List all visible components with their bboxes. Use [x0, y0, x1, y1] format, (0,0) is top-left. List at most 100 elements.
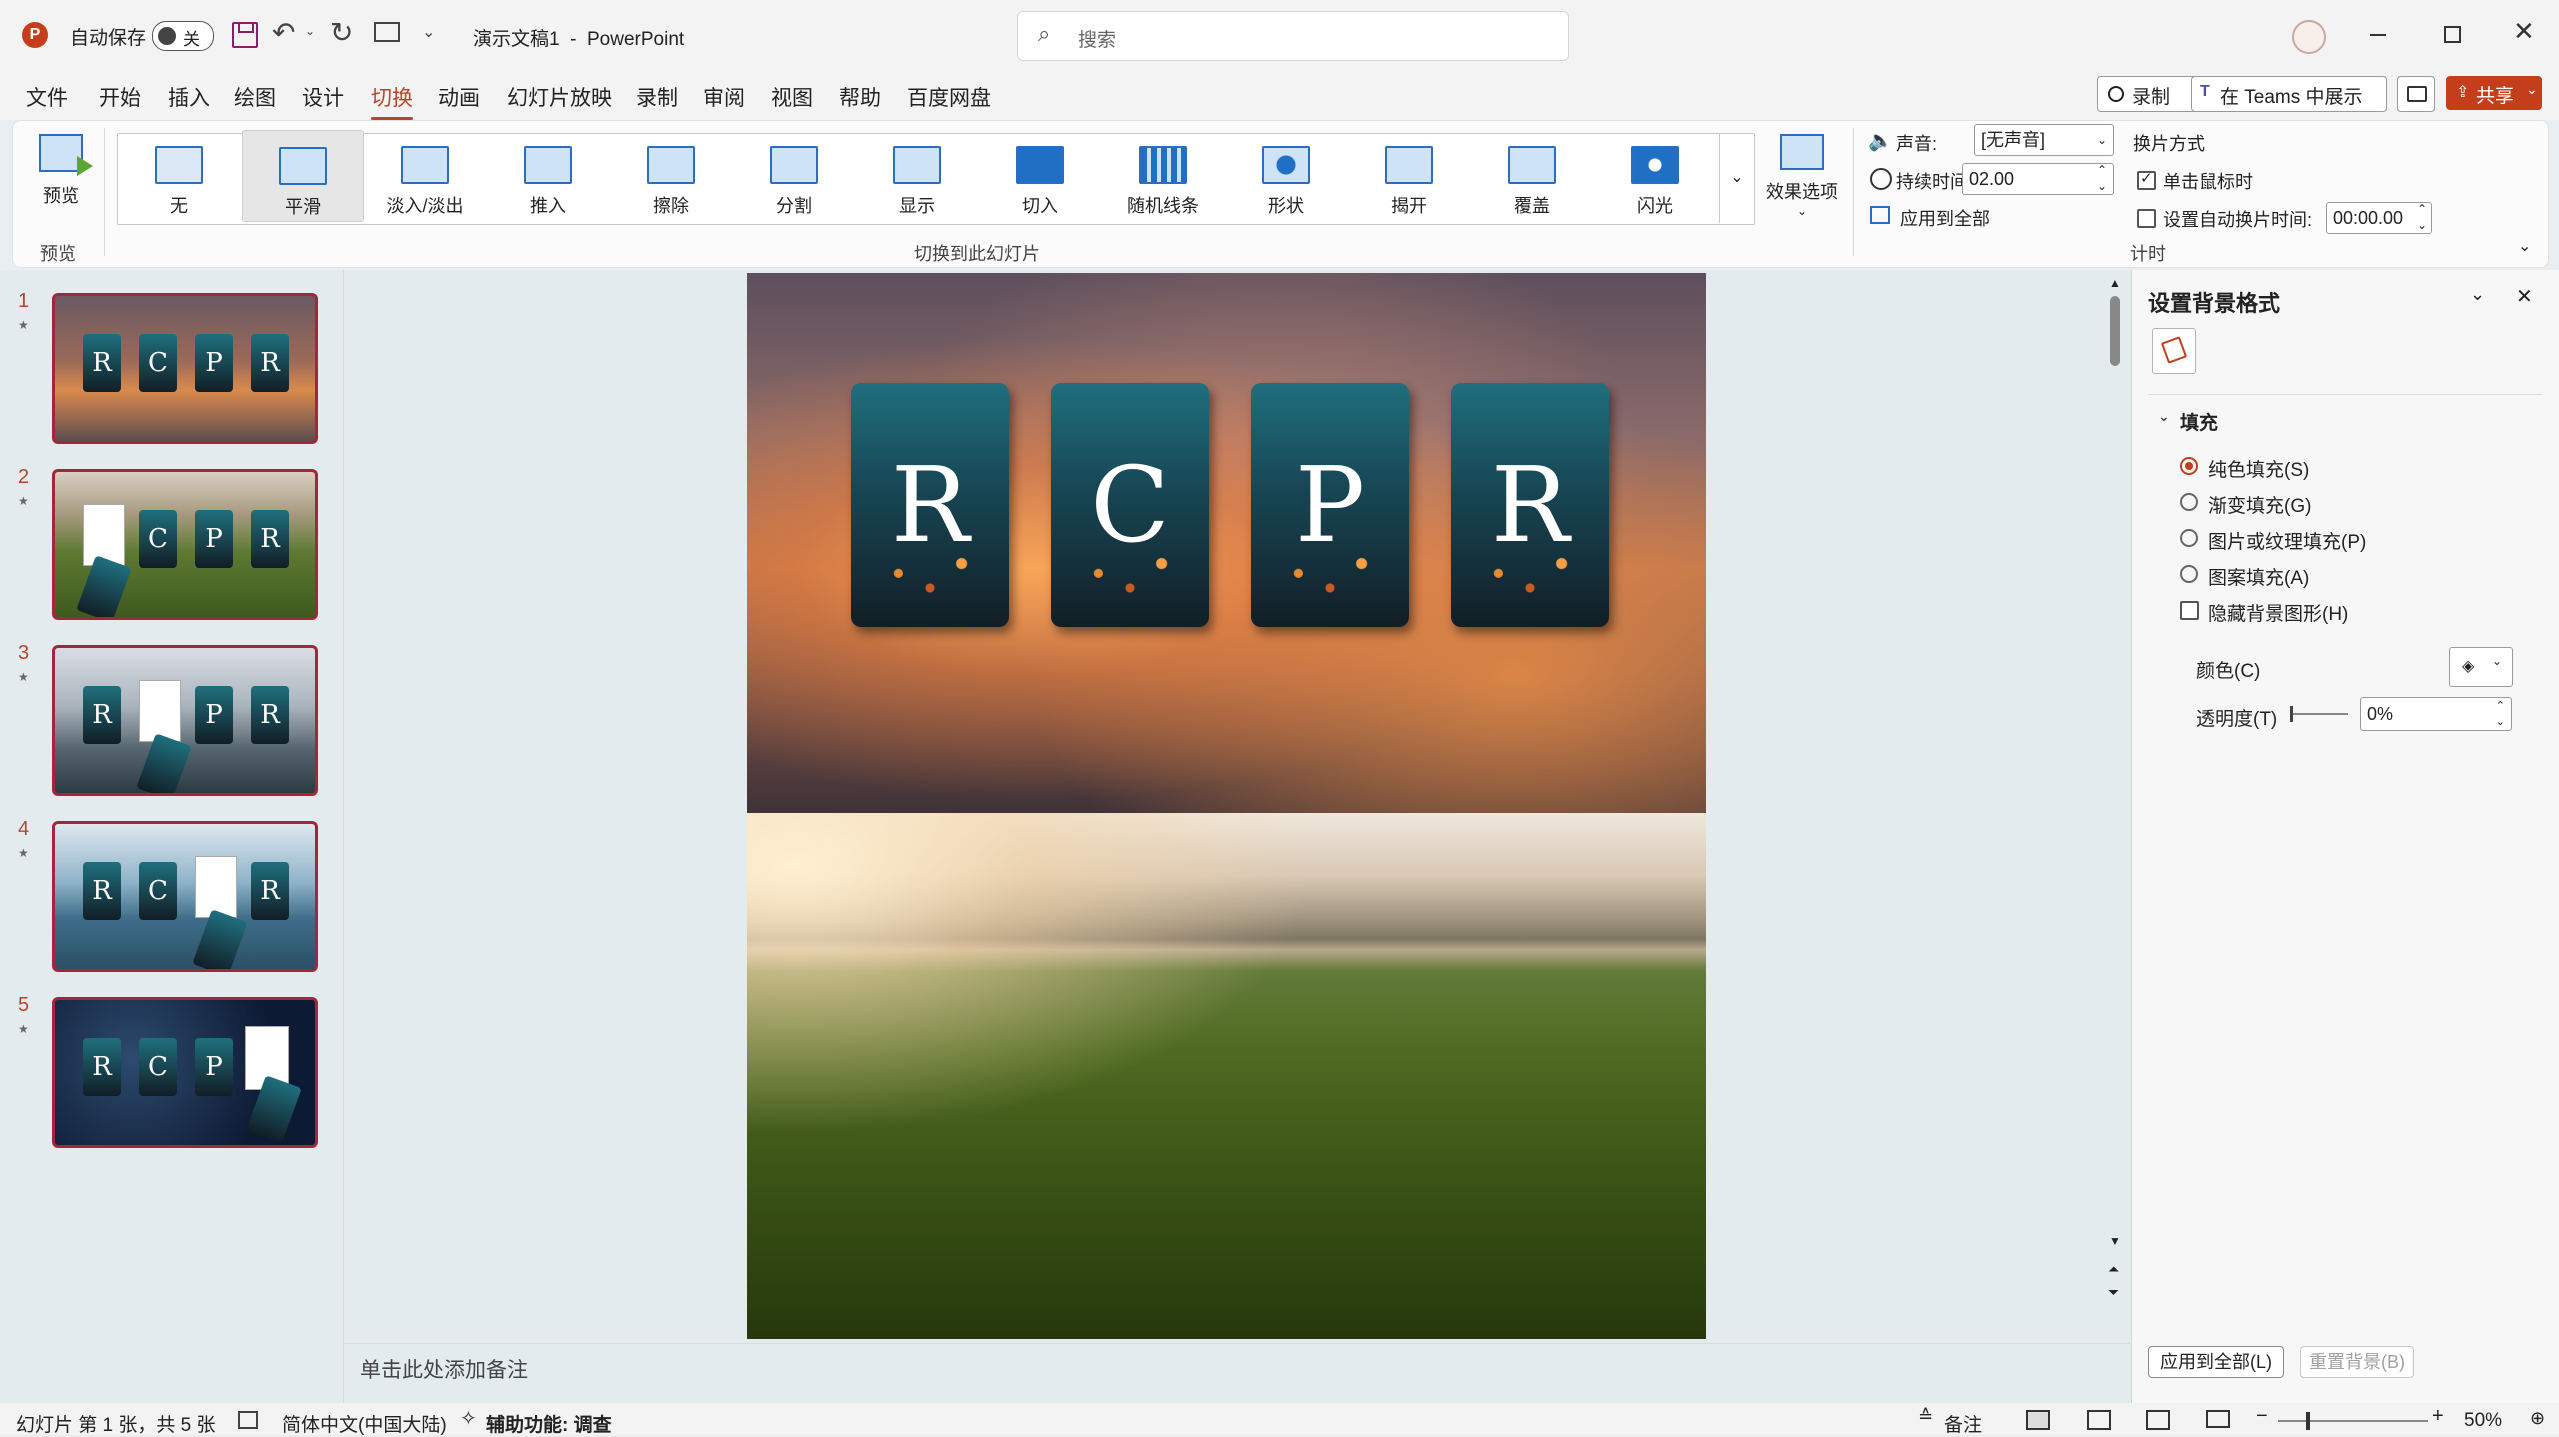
minimize-icon[interactable] — [2370, 34, 2386, 36]
transition-push[interactable]: 推入 — [488, 130, 608, 220]
transition-uncover[interactable]: 揭开 — [1349, 130, 1469, 220]
gradient-fill-radio[interactable] — [2180, 493, 2198, 511]
duration-input[interactable]: 02.00 ⌃ ⌄ — [1962, 163, 2114, 195]
menu-design[interactable]: 设计 — [302, 82, 344, 112]
transition-reveal[interactable]: 显示 — [857, 130, 977, 220]
picture-fill-radio[interactable] — [2180, 529, 2198, 547]
letter-card[interactable]: R — [851, 383, 1009, 627]
accessibility-status[interactable]: 辅助功能: 调查 — [486, 1410, 612, 1437]
spinner-icon[interactable]: ⌃ ⌄ — [2097, 162, 2107, 194]
autosave-toggle[interactable]: 关 — [152, 21, 214, 51]
auto-advance-input[interactable]: 00:00.00 ⌃ ⌄ — [2326, 202, 2432, 234]
zoom-level[interactable]: 50% — [2464, 1410, 2502, 1432]
transition-split[interactable]: 分割 — [734, 130, 854, 220]
spell-check-icon[interactable] — [238, 1411, 258, 1429]
save-icon[interactable] — [232, 22, 258, 48]
spinner-icon[interactable]: ⌃ ⌄ — [2417, 201, 2427, 233]
undo-dropdown-icon[interactable]: ⌄ — [305, 24, 315, 38]
slide-info[interactable]: 幻灯片 第 1 张，共 5 张 — [16, 1410, 216, 1437]
transparency-slider[interactable] — [2290, 706, 2348, 722]
slide-thumbnail-3[interactable]: R P R — [52, 645, 318, 796]
hide-background-checkbox[interactable] — [2180, 601, 2199, 620]
fill-tab-button[interactable] — [2152, 328, 2196, 374]
record-button[interactable]: 录制 — [2097, 76, 2199, 112]
letter-card[interactable]: R — [1451, 383, 1609, 627]
slide-canvas[interactable]: R C P R — [747, 273, 1706, 1339]
section-chevron-icon[interactable]: ⌄ — [2158, 408, 2170, 425]
preview-button[interactable]: 预览 — [28, 130, 94, 220]
scroll-down-icon[interactable]: ▼ — [2109, 1234, 2121, 1248]
menu-insert[interactable]: 插入 — [168, 82, 210, 112]
effect-options-button[interactable]: 效果选项 ⌄ — [1760, 130, 1844, 225]
close-icon[interactable]: ✕ — [2513, 16, 2535, 47]
previous-slide-icon[interactable]: ⏶ — [2108, 1261, 2119, 1278]
gallery-more-icon[interactable]: ⌄ — [1719, 133, 1754, 223]
pane-options-chevron-icon[interactable]: ⌄ — [2470, 284, 2485, 305]
letter-card[interactable]: P — [1251, 383, 1409, 627]
menu-record[interactable]: 录制 — [636, 82, 678, 112]
notes-button[interactable]: 备注 — [1944, 1410, 1982, 1437]
menu-slideshow[interactable]: 幻灯片放映 — [507, 82, 612, 112]
transition-shape[interactable]: 形状 — [1226, 130, 1346, 220]
reset-background-button[interactable]: 重置背景(B) — [2300, 1346, 2414, 1378]
vertical-scrollbar[interactable]: ▲ ▼ ⏶ ⏷ — [2108, 276, 2122, 1306]
transition-random-bars[interactable]: 随机线条 — [1103, 130, 1223, 220]
menu-view[interactable]: 视图 — [771, 82, 813, 112]
accessibility-icon[interactable]: ✧ — [460, 1406, 477, 1431]
zoom-in-icon[interactable]: + — [2432, 1405, 2444, 1428]
color-picker-button[interactable]: ◈ ⌄ — [2449, 647, 2513, 687]
slide-thumbnail-2[interactable]: C P R — [52, 469, 318, 620]
reading-view-icon[interactable] — [2146, 1410, 2170, 1430]
slide-sorter-icon[interactable] — [2087, 1410, 2111, 1430]
notes-placeholder[interactable]: 单击此处添加备注 — [360, 1354, 528, 1384]
normal-view-icon[interactable] — [2026, 1410, 2050, 1430]
slide-thumbnail-1[interactable]: R C P R — [52, 293, 318, 444]
apply-to-all-button[interactable]: 应用到全部 — [1900, 205, 1990, 231]
transition-cut[interactable]: 切入 — [980, 130, 1100, 220]
undo-icon[interactable]: ↶ — [272, 16, 295, 49]
menu-help[interactable]: 帮助 — [839, 82, 881, 112]
zoom-out-icon[interactable]: − — [2256, 1405, 2268, 1428]
menu-animations[interactable]: 动画 — [438, 82, 480, 112]
transition-cover[interactable]: 覆盖 — [1472, 130, 1592, 220]
menu-baidu[interactable]: 百度网盘 — [907, 82, 991, 112]
customize-qat-icon[interactable]: ⌄ — [422, 22, 435, 42]
auto-advance-checkbox[interactable] — [2137, 209, 2156, 228]
spinner-icon[interactable]: ⌃ ⌄ — [2496, 698, 2505, 730]
pane-close-icon[interactable]: ✕ — [2516, 284, 2533, 309]
scrollbar-thumb[interactable] — [2110, 296, 2120, 366]
menu-transitions[interactable]: 切换 — [371, 82, 413, 120]
notes-icon[interactable]: ≙ — [1918, 1406, 1933, 1427]
present-from-start-icon[interactable] — [374, 22, 400, 42]
fit-to-window-icon[interactable]: ⊕ — [2530, 1408, 2545, 1429]
ribbon-collapse-icon[interactable]: ⌄ — [2518, 236, 2531, 256]
transition-fade[interactable]: 淡入/淡出 — [365, 130, 485, 220]
redo-icon[interactable]: ↻ — [330, 16, 353, 49]
teams-present-button[interactable]: T 在 Teams 中展示 — [2191, 76, 2387, 112]
apply-to-all-bg-button[interactable]: 应用到全部(L) — [2148, 1346, 2284, 1378]
zoom-slider-handle[interactable] — [2306, 1412, 2310, 1430]
transition-flash[interactable]: 闪光 — [1595, 130, 1715, 220]
menu-file[interactable]: 文件 — [26, 82, 68, 112]
avatar[interactable] — [2292, 20, 2326, 54]
next-slide-icon[interactable]: ⏷ — [2108, 1284, 2119, 1301]
transition-wipe[interactable]: 擦除 — [611, 130, 731, 220]
sound-select[interactable]: [无声音] ⌄ — [1974, 124, 2114, 156]
zoom-slider[interactable] — [2278, 1412, 2428, 1430]
transition-morph[interactable]: 平滑 — [242, 130, 364, 222]
slide-thumbnail-5[interactable]: R C P — [52, 997, 318, 1148]
slideshow-icon[interactable] — [2206, 1410, 2230, 1428]
restore-icon[interactable] — [2444, 26, 2461, 43]
transition-none[interactable]: 无 — [119, 130, 239, 220]
scroll-up-icon[interactable]: ▲ — [2109, 276, 2121, 290]
transparency-input[interactable]: 0% ⌃ ⌄ — [2360, 697, 2512, 731]
menu-review[interactable]: 审阅 — [703, 82, 745, 112]
share-button[interactable]: ⇪ 共享 ⌄ — [2446, 76, 2542, 110]
on-click-checkbox[interactable] — [2137, 169, 2156, 190]
fill-section-title[interactable]: 填充 — [2180, 408, 2218, 435]
search-box[interactable]: ⌕ 搜索 — [1017, 11, 1569, 61]
slide-thumbnail-4[interactable]: R C R — [52, 821, 318, 972]
slider-handle[interactable] — [2290, 706, 2293, 722]
menu-draw[interactable]: 绘图 — [234, 82, 276, 112]
comments-button[interactable] — [2397, 76, 2435, 112]
